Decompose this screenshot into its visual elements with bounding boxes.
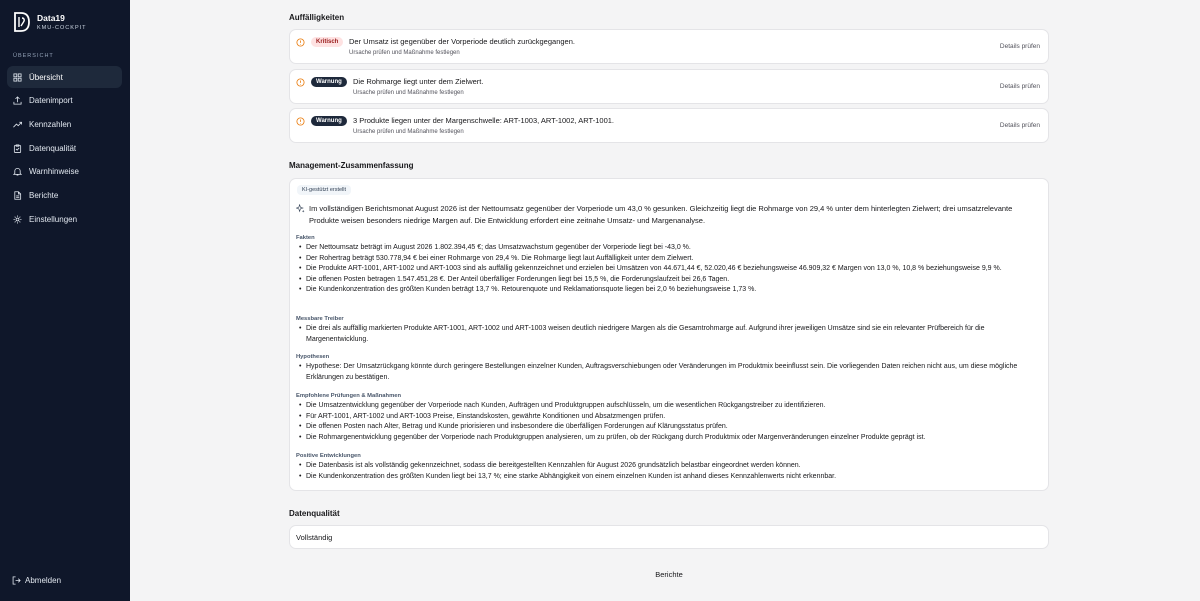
document-icon bbox=[14, 191, 22, 200]
summary-headline-text: Im vollständigen Berichtsmonat August 20… bbox=[309, 204, 1013, 225]
section-label: Messbare Treiber bbox=[296, 316, 344, 322]
gear-icon bbox=[13, 215, 22, 224]
list-item: Die Produkte ART-1001, ART-1002 und ART-… bbox=[296, 264, 1042, 275]
positive-section: Positive Entwicklungen Die Datenbasis is… bbox=[296, 452, 1042, 482]
alert-title: Die Rohmarge liegt unter dem Zielwert. bbox=[353, 77, 484, 86]
list-item: Die drei als auffällig markierten Produk… bbox=[296, 324, 1042, 345]
logout-button[interactable]: Abmelden bbox=[12, 576, 61, 585]
data-quality-card: Vollständig bbox=[289, 525, 1049, 549]
logout-icon bbox=[12, 576, 21, 585]
sidebar-item-label: Warnhinweise bbox=[29, 167, 79, 177]
list-item: Die Umsatzentwicklung gegenüber der Vorp… bbox=[296, 401, 1042, 412]
list-item: Die Rohmargenentwicklung gegenüber der V… bbox=[296, 433, 1042, 444]
alert-title: Der Umsatz ist gegenüber der Vorperiode … bbox=[349, 37, 575, 46]
section-label: Fakten bbox=[296, 235, 315, 241]
severity-badge-warning: Warnung bbox=[311, 77, 347, 87]
details-button[interactable]: Details prüfen bbox=[1000, 83, 1040, 90]
sidebar-item-label: Berichte bbox=[29, 190, 59, 200]
reports-link[interactable]: Berichte bbox=[289, 570, 1049, 579]
warning-icon bbox=[296, 117, 305, 126]
app-subtitle: KMU-COCKPIT bbox=[37, 24, 87, 31]
list-item: Hypothese: Der Umsatzrückgang könnte dur… bbox=[296, 362, 1042, 383]
warning-icon bbox=[296, 78, 305, 87]
section-label: Hypothesen bbox=[296, 354, 330, 360]
management-summary-card: KI-gestützt erstellt Im vollständigen Be… bbox=[289, 178, 1049, 491]
sidebar-nav: Übersicht Datenimport Kennzahlen Datenqu… bbox=[7, 66, 122, 232]
list-item: Der Nettoumsatz beträgt im August 2026 1… bbox=[296, 243, 1042, 254]
sparkle-icon bbox=[296, 204, 305, 213]
details-button[interactable]: Details prüfen bbox=[1000, 43, 1040, 50]
sidebar-item-uebersicht[interactable]: Übersicht bbox=[7, 66, 122, 88]
sidebar-item-label: Kennzahlen bbox=[29, 119, 72, 129]
alert-description: Ursache prüfen und Maßnahme festlegen bbox=[353, 90, 464, 96]
data-quality-status: Vollständig bbox=[296, 533, 333, 542]
list-item: Die offenen Posten betragen 1.547.451,28… bbox=[296, 275, 1042, 286]
trend-icon bbox=[13, 121, 22, 128]
severity-badge-critical: Kritisch bbox=[311, 37, 344, 47]
summary-heading: Management-Zusammenfassung bbox=[289, 161, 414, 170]
sidebar: Data19 KMU-COCKPIT ÜBERSICHT Übersicht D… bbox=[0, 0, 130, 601]
data-quality-heading: Datenqualität bbox=[289, 509, 340, 518]
list-item: Die Datenbasis ist als vollständig geken… bbox=[296, 461, 1042, 472]
nav-section-label: ÜBERSICHT bbox=[13, 53, 54, 59]
list-item: Für ART-1001, ART-1002 und ART-1003 Prei… bbox=[296, 412, 1042, 423]
alert-title: 3 Produkte liegen unter der Margenschwel… bbox=[353, 116, 614, 125]
sidebar-item-label: Datenimport bbox=[29, 96, 73, 106]
upload-icon bbox=[13, 96, 22, 105]
sidebar-item-label: Einstellungen bbox=[29, 214, 78, 224]
list-item: Die offenen Posten nach Alter, Betrag un… bbox=[296, 422, 1042, 433]
summary-headline: Im vollständigen Berichtsmonat August 20… bbox=[296, 203, 1040, 227]
alert-card: Warnung 3 Produkte liegen unter der Marg… bbox=[289, 108, 1049, 143]
bell-icon bbox=[13, 168, 22, 176]
grid-icon bbox=[13, 72, 22, 82]
logout-label: Abmelden bbox=[25, 576, 62, 585]
severity-badge-warning: Warnung bbox=[311, 116, 347, 126]
sidebar-item-kennzahlen[interactable]: Kennzahlen bbox=[7, 113, 122, 135]
section-label: Empfohlene Prüfungen & Maßnahmen bbox=[296, 393, 401, 399]
section-label: Positive Entwicklungen bbox=[296, 453, 361, 459]
sidebar-item-label: Übersicht bbox=[29, 72, 63, 82]
list-item: Die Kundenkonzentration des größten Kund… bbox=[296, 285, 1042, 296]
warning-icon bbox=[296, 38, 305, 47]
alerts-heading: Auffälligkeiten bbox=[289, 13, 345, 22]
reports-link-label: Berichte bbox=[655, 570, 683, 579]
facts-section: Fakten Der Nettoumsatz beträgt im August… bbox=[296, 234, 1042, 296]
details-button[interactable]: Details prüfen bbox=[1000, 122, 1040, 129]
sidebar-item-einstellungen[interactable]: Einstellungen bbox=[7, 208, 122, 230]
recommendations-section: Empfohlene Prüfungen & Maßnahmen Die Ums… bbox=[296, 392, 1042, 443]
alert-card: Warnung Die Rohmarge liegt unter dem Zie… bbox=[289, 69, 1049, 104]
sidebar-item-datenqualitaet[interactable]: Datenqualität bbox=[7, 137, 122, 159]
hypotheses-section: Hypothesen Hypothese: Der Umsatzrückgang… bbox=[296, 353, 1042, 383]
clipboard-icon bbox=[13, 144, 22, 153]
sidebar-item-datenimport[interactable]: Datenimport bbox=[7, 90, 122, 112]
sidebar-item-berichte[interactable]: Berichte bbox=[7, 184, 122, 206]
list-item: Der Rohertrag beträgt 530.778,94 € bei e… bbox=[296, 254, 1042, 265]
alert-description: Ursache prüfen und Maßnahme festlegen bbox=[349, 50, 460, 56]
drivers-section: Messbare Treiber Die drei als auffällig … bbox=[296, 315, 1042, 345]
ai-generated-badge: KI-gestützt erstellt bbox=[297, 185, 352, 195]
sidebar-item-label: Datenqualität bbox=[29, 143, 77, 153]
list-item: Die Kundenkonzentration des größten Kund… bbox=[296, 472, 1042, 483]
sidebar-item-warnhinweise[interactable]: Warnhinweise bbox=[7, 161, 122, 183]
logo-icon bbox=[14, 12, 30, 32]
alert-description: Ursache prüfen und Maßnahme festlegen bbox=[353, 129, 464, 135]
alert-card: Kritisch Der Umsatz ist gegenüber der Vo… bbox=[289, 29, 1049, 64]
app-name: Data19 bbox=[37, 12, 65, 23]
brand[interactable]: Data19 KMU-COCKPIT bbox=[13, 11, 87, 33]
